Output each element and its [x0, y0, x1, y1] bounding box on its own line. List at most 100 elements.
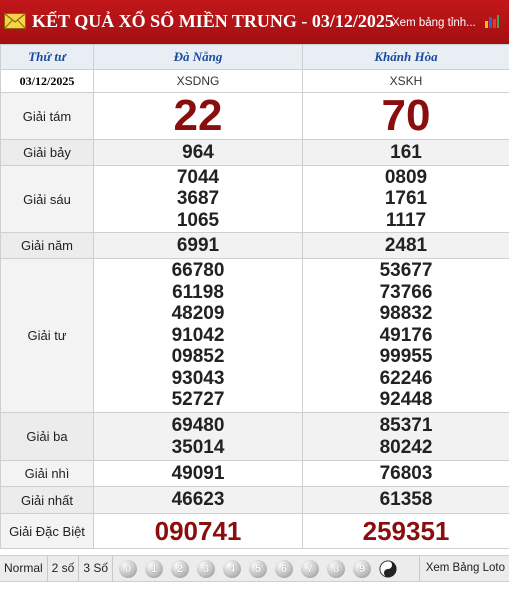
prize-label: Giải tư	[0, 258, 94, 413]
table-code-row: 03/12/2025 XSDNG XSKH	[0, 69, 509, 93]
digit-9-button[interactable]: 9	[353, 559, 372, 578]
prize-label: Giải tám	[0, 92, 94, 140]
column-header-day: Thứ tư	[0, 44, 94, 70]
lottery-results-widget: KẾT QUẢ XỔ SỐ MIỀN TRUNG - 03/12/2025 Xe…	[0, 0, 509, 591]
prize-number: 48209	[171, 303, 225, 325]
prize-number: 1761	[384, 188, 428, 210]
prize-number: 61198	[172, 281, 224, 303]
special-prize-number: 090741	[154, 516, 242, 546]
table-header-row: Thứ tư Đà Nẵng Khánh Hòa	[0, 44, 509, 70]
prize-number: 73766	[379, 281, 433, 303]
yin-yang-icon[interactable]	[379, 559, 397, 578]
prize-number: 35014	[171, 436, 225, 458]
prize-cell-khanh-hoa: 0809 1761 1117	[302, 165, 509, 233]
prize-cell-da-nang: 66780 61198 48209 91042 09852 93043 5272…	[93, 258, 303, 413]
prize-cell-da-nang: 090741	[93, 513, 303, 549]
page-title: KẾT QUẢ XỔ SỐ MIỀN TRUNG - 03/12/2025	[32, 11, 394, 31]
results-table: Thứ tư Đà Nẵng Khánh Hòa 03/12/2025 XSDN…	[0, 44, 509, 549]
prize-number: 46623	[171, 489, 225, 511]
prize-number: 22	[173, 91, 223, 140]
digit-0-button[interactable]: 0	[119, 559, 138, 578]
prize-cell-da-nang: 6991	[93, 232, 303, 259]
prize-number: 09852	[171, 346, 225, 368]
prize-number: 92448	[379, 389, 433, 411]
prize-number: 99955	[379, 346, 433, 368]
prize-label: Giải nhất	[0, 486, 94, 514]
display-options-bar: Normal 2 số 3 Số 0 1 2 3 4 5 6 7 8 9 Xem…	[0, 555, 509, 582]
mode-2-digit-button[interactable]: 2 số	[48, 556, 80, 581]
prize-number: 0809	[384, 166, 428, 188]
prize-number: 6991	[176, 234, 220, 256]
prize-cell-da-nang: 964	[93, 139, 303, 166]
prize-number: 98832	[379, 303, 433, 325]
bar-chart-icon[interactable]	[484, 14, 500, 28]
column-header-khanh-hoa[interactable]: Khánh Hòa	[302, 44, 509, 70]
prize-number: 7044	[176, 166, 220, 188]
digit-6-button[interactable]: 6	[275, 559, 294, 578]
prize-number: 62246	[379, 367, 433, 389]
prize-cell-khanh-hoa: 259351	[302, 513, 509, 549]
prize-number: 1065	[176, 209, 220, 231]
digit-2-button[interactable]: 2	[171, 559, 190, 578]
digit-8-button[interactable]: 8	[327, 559, 346, 578]
prize-row-special: Giải Đặc Biệt 090741 259351	[0, 513, 509, 549]
prize-number: 91042	[171, 324, 225, 346]
province-code-khanh-hoa: XSKH	[302, 69, 509, 93]
prize-number: 964	[182, 141, 214, 163]
prize-label: Giải nhì	[0, 460, 94, 487]
column-header-da-nang[interactable]: Đà Nẵng	[93, 44, 303, 70]
digit-3-button[interactable]: 3	[197, 559, 216, 578]
mail-icon	[4, 13, 26, 29]
prize-label: Giải năm	[0, 232, 94, 259]
digit-5-button[interactable]: 5	[249, 559, 268, 578]
prize-row-4: Giải tư 66780 61198 48209 91042 09852 93…	[0, 258, 509, 413]
prize-cell-khanh-hoa: 85371 80242	[302, 412, 509, 461]
prize-number: 85371	[379, 415, 433, 436]
prize-row-8: Giải tám 22 70	[0, 91, 509, 140]
prize-number: 52727	[171, 389, 225, 411]
prize-number: 161	[390, 141, 422, 163]
prize-cell-da-nang: 7044 3687 1065	[93, 165, 303, 233]
prize-row-3: Giải ba 69480 35014 85371 80242	[0, 412, 509, 461]
prize-number: 49091	[171, 462, 225, 484]
prize-row-1: Giải nhất 46623 61358	[0, 486, 509, 514]
prize-label: Giải sáu	[0, 165, 94, 233]
digit-filter-group: 0 1 2 3 4 5 6 7 8 9	[119, 559, 405, 578]
digit-7-button[interactable]: 7	[301, 559, 320, 578]
prize-cell-da-nang: 46623	[93, 486, 303, 514]
prize-number: 3687	[176, 188, 220, 210]
prize-number: 53677	[379, 260, 433, 282]
prize-row-7: Giải bảy 964 161	[0, 139, 509, 166]
prize-cell-khanh-hoa: 161	[302, 139, 509, 166]
prize-cell-khanh-hoa: 53677 73766 98832 49176 99955 62246 9244…	[302, 258, 509, 413]
digit-1-button[interactable]: 1	[145, 559, 164, 578]
prize-cell-khanh-hoa: 70	[302, 91, 509, 140]
results-header: KẾT QUẢ XỔ SỐ MIỀN TRUNG - 03/12/2025 Xe…	[0, 0, 509, 44]
view-province-table-link[interactable]: Xem bảng tỉnh...	[392, 17, 476, 29]
province-code-da-nang: XSDNG	[93, 69, 303, 93]
view-loto-table-link[interactable]: Xem Bảng Loto	[418, 556, 509, 581]
prize-cell-khanh-hoa: 76803	[302, 460, 509, 487]
prize-cell-khanh-hoa: 61358	[302, 486, 509, 514]
prize-row-2: Giải nhì 49091 76803	[0, 460, 509, 487]
prize-cell-da-nang: 22	[93, 91, 303, 140]
mode-normal-button[interactable]: Normal	[0, 556, 48, 581]
prize-number: 66780	[171, 260, 225, 282]
prize-label: Giải Đặc Biệt	[0, 513, 94, 549]
special-prize-number: 259351	[362, 516, 450, 546]
digit-4-button[interactable]: 4	[223, 559, 242, 578]
prize-number: 49176	[379, 324, 433, 346]
prize-number: 61358	[379, 489, 433, 511]
prize-number: 69480	[171, 415, 225, 436]
prize-row-5: Giải năm 6991 2481	[0, 232, 509, 259]
bottom-strip	[0, 582, 509, 591]
prize-number: 70	[381, 91, 431, 140]
mode-3-digit-button[interactable]: 3 Số	[79, 556, 114, 581]
prize-number: 76803	[379, 462, 433, 484]
prize-cell-khanh-hoa: 2481	[302, 232, 509, 259]
draw-date: 03/12/2025	[0, 69, 94, 93]
prize-cell-da-nang: 69480 35014	[93, 412, 303, 461]
prize-label: Giải bảy	[0, 139, 94, 166]
prize-number: 93043	[171, 367, 225, 389]
prize-number: 2481	[384, 234, 428, 256]
